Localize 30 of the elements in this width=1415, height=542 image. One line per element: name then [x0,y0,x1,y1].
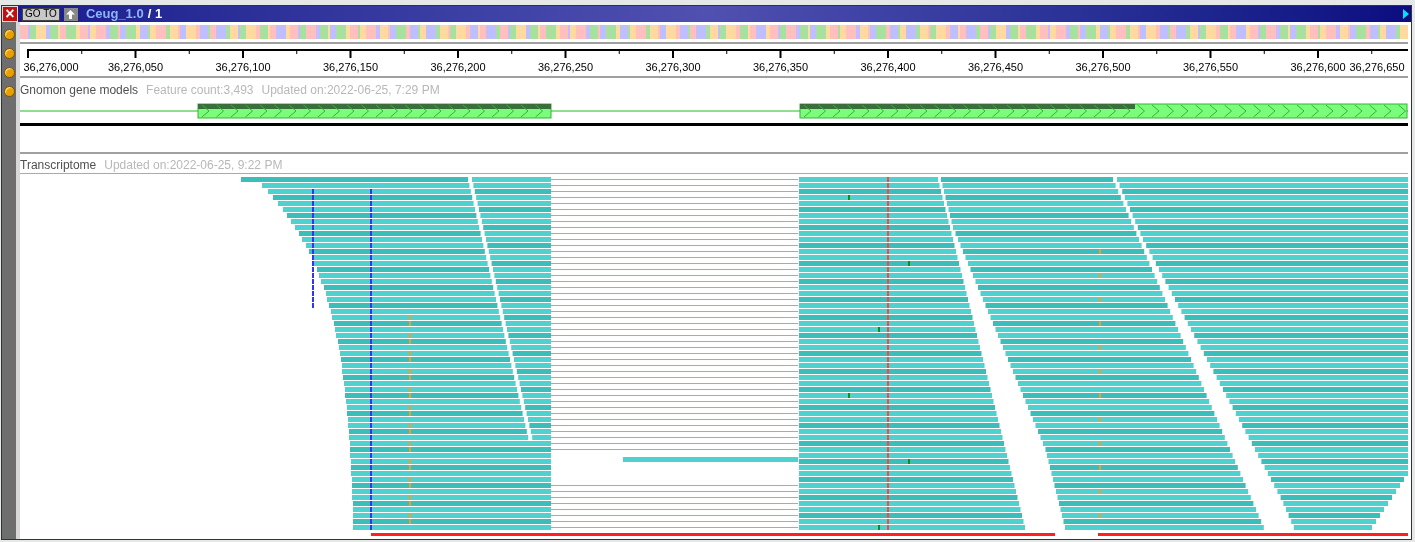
toolbar-dot-button[interactable] [3,48,15,59]
ruler-label: 36,276,150 [321,61,380,73]
ruler-label: 36,276,250 [536,61,595,73]
track-name: Gnomon gene models [20,82,139,99]
ruler-label: 36,276,300 [644,61,702,73]
toolbar-dot-button[interactable] [3,86,15,97]
ruler-label: 36,276,450 [966,61,1025,73]
ruler-label: 36,276,500 [1074,61,1132,73]
ruler-label: 36,276,400 [859,61,917,73]
toolbar-dot-button[interactable] [3,67,15,78]
track-name: Transcriptome [20,157,97,174]
ruler-label: 36,276,550 [1181,61,1240,73]
sequence-number: / 1 [147,5,163,24]
ruler-label: 36,276,350 [751,61,810,73]
ruler-label: 36,276,200 [429,61,487,73]
goto-button[interactable]: GO TO [22,7,60,21]
close-button[interactable]: × [2,6,18,22]
ruler-label: 36,276,600 [1289,61,1347,73]
ruler-label: 36,276,000 [22,61,80,73]
track-info: Updated on:2022-06-25, 9:22 PM [104,157,283,174]
ruler-label: 36,276,100 [214,61,272,73]
expand-arrow-icon[interactable] [1403,9,1409,19]
up-arrow-icon [66,9,76,19]
track-info: Feature count:3,493 [146,82,254,99]
ruler-label: 36,276,050 [106,61,165,73]
ruler-label: 36,276,650 [1348,61,1406,73]
track-info: Updated on:2022-06-25, 7:29 PM [261,82,440,99]
toolbar-dot-button[interactable] [3,29,15,40]
upload-button[interactable] [63,7,78,21]
assembly-name: Ceug_1.0 [85,5,144,24]
